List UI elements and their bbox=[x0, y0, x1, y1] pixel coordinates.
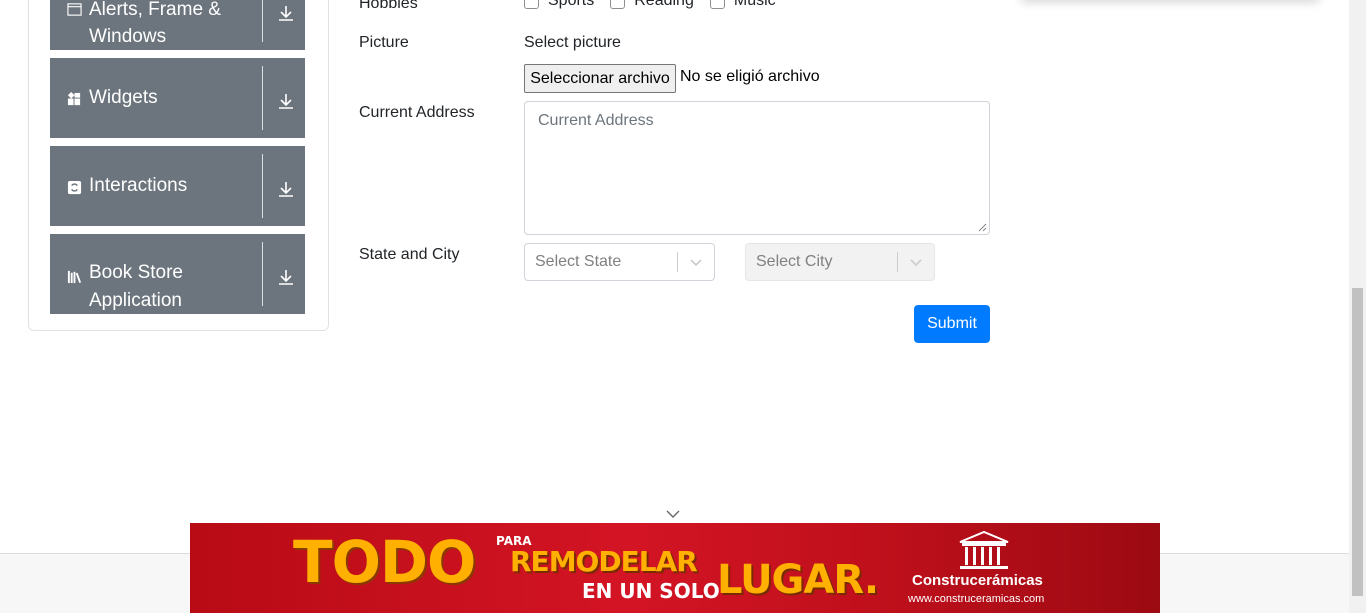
checkbox[interactable] bbox=[610, 0, 626, 9]
hobbies-label: Hobbies bbox=[359, 0, 418, 12]
widgets-icon bbox=[67, 92, 81, 106]
current-address-label: Current Address bbox=[359, 104, 475, 121]
file-status: No se eligió archivo bbox=[680, 68, 820, 85]
ad-url: www.construceramicas.com bbox=[908, 593, 1045, 605]
sidebar-group-widgets[interactable]: Widgets bbox=[50, 58, 305, 138]
download-icon[interactable] bbox=[276, 267, 296, 287]
chevron-down-icon[interactable] bbox=[665, 508, 681, 520]
select-separator bbox=[677, 252, 678, 272]
sidebar-group-alerts-frame-windows[interactable]: Alerts, Frame & Windows bbox=[50, 0, 305, 50]
ad-banner[interactable]: TODO PARA REMODELAR EN UN SOLO LUGAR. Co… bbox=[190, 523, 1160, 613]
sidebar-group-label: Interactions bbox=[89, 175, 188, 196]
sidebar-group-label: Alerts, Frame & bbox=[89, 0, 221, 20]
divider bbox=[262, 0, 263, 42]
resize-grip-icon[interactable] bbox=[978, 223, 987, 232]
sidebar-group-label: Application bbox=[89, 290, 182, 311]
sidebar-group-book-store[interactable]: Book Store Application bbox=[50, 234, 305, 314]
download-icon[interactable] bbox=[276, 3, 296, 23]
checkbox-label: Sports bbox=[548, 0, 595, 9]
state-select[interactable]: Select State bbox=[524, 243, 715, 281]
sidebar-group-label: Book Store bbox=[89, 262, 183, 283]
download-icon[interactable] bbox=[276, 179, 296, 199]
select-placeholder: Select State bbox=[535, 253, 622, 270]
ad-brand: Construcerámicas bbox=[912, 572, 1043, 589]
submit-button[interactable]: Submit bbox=[914, 305, 990, 343]
sidebar-group-label: Windows bbox=[89, 26, 167, 47]
hobby-music[interactable]: Music bbox=[709, 0, 776, 10]
textarea-placeholder: Current Address bbox=[538, 112, 654, 129]
select-separator bbox=[897, 252, 898, 272]
city-select[interactable]: Select City bbox=[745, 243, 935, 281]
chevron-down-icon bbox=[690, 259, 702, 267]
state-city-label: State and City bbox=[359, 246, 460, 263]
temple-logo-icon bbox=[959, 530, 1009, 569]
checkbox-label: Music bbox=[733, 0, 776, 9]
checkbox[interactable] bbox=[709, 0, 725, 9]
ad-text: REMODELAR bbox=[510, 545, 698, 578]
checkbox-label: Reading bbox=[634, 0, 694, 9]
hobbies-checkbox-group: Sports Reading Music bbox=[524, 0, 792, 10]
choose-file-button[interactable]: Seleccionar archivo bbox=[524, 64, 676, 93]
hobby-reading[interactable]: Reading bbox=[610, 0, 694, 10]
checkbox[interactable] bbox=[524, 0, 539, 9]
interactions-icon bbox=[67, 180, 82, 195]
page: Alerts, Frame & Windows Widgets Interact… bbox=[0, 0, 1366, 613]
divider bbox=[262, 154, 263, 218]
select-placeholder: Select City bbox=[756, 253, 833, 270]
chevron-down-icon bbox=[910, 259, 922, 267]
sidebar-group-label: Widgets bbox=[89, 87, 158, 108]
ad-text: LUGAR. bbox=[717, 557, 879, 603]
current-address-textarea[interactable]: Current Address bbox=[524, 101, 990, 235]
ad-text: EN UN SOLO bbox=[582, 579, 720, 603]
hobby-sports[interactable]: Sports bbox=[524, 0, 594, 10]
divider bbox=[262, 66, 263, 130]
download-icon[interactable] bbox=[276, 91, 296, 111]
picture-caption: Select picture bbox=[524, 34, 621, 51]
picture-label: Picture bbox=[359, 34, 409, 51]
window-icon bbox=[67, 3, 82, 16]
ad-headline: TODO bbox=[293, 528, 476, 596]
divider bbox=[262, 242, 263, 306]
sidebar-group-interactions[interactable]: Interactions bbox=[50, 146, 305, 226]
bookstore-icon bbox=[67, 270, 82, 284]
scrollbar-thumb[interactable] bbox=[1352, 288, 1363, 596]
